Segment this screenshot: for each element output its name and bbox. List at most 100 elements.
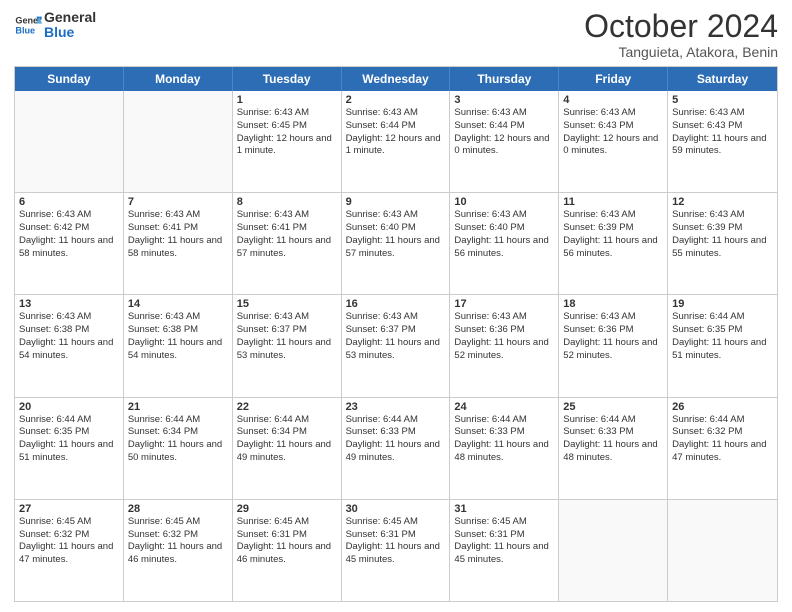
daylight-text: Daylight: 11 hours and 46 minutes. — [128, 541, 228, 567]
daylight-text: Daylight: 12 hours and 1 minute. — [346, 133, 446, 159]
daylight-text: Daylight: 11 hours and 49 minutes. — [346, 439, 446, 465]
calendar-cell: 11Sunrise: 6:43 AMSunset: 6:39 PMDayligh… — [559, 193, 668, 294]
calendar-cell: 8Sunrise: 6:43 AMSunset: 6:41 PMDaylight… — [233, 193, 342, 294]
logo-blue: Blue — [44, 25, 96, 40]
calendar-cell: 22Sunrise: 6:44 AMSunset: 6:34 PMDayligh… — [233, 398, 342, 499]
daylight-text: Daylight: 11 hours and 47 minutes. — [672, 439, 773, 465]
sunset-text: Sunset: 6:31 PM — [237, 529, 337, 542]
svg-text:Blue: Blue — [15, 26, 35, 36]
calendar-cell — [124, 91, 233, 192]
calendar-week-2: 6Sunrise: 6:43 AMSunset: 6:42 PMDaylight… — [15, 193, 777, 295]
day-number: 6 — [19, 196, 119, 208]
calendar-cell: 20Sunrise: 6:44 AMSunset: 6:35 PMDayligh… — [15, 398, 124, 499]
sunrise-text: Sunrise: 6:45 AM — [454, 516, 554, 529]
day-number: 2 — [346, 94, 446, 106]
day-number: 10 — [454, 196, 554, 208]
daylight-text: Daylight: 11 hours and 52 minutes. — [454, 337, 554, 363]
calendar-cell: 3Sunrise: 6:43 AMSunset: 6:44 PMDaylight… — [450, 91, 559, 192]
calendar-header: SundayMondayTuesdayWednesdayThursdayFrid… — [15, 67, 777, 91]
sunset-text: Sunset: 6:32 PM — [672, 426, 773, 439]
logo-general: General — [44, 10, 96, 25]
sunrise-text: Sunrise: 6:44 AM — [672, 414, 773, 427]
sunset-text: Sunset: 6:33 PM — [563, 426, 663, 439]
day-number: 13 — [19, 298, 119, 310]
sunrise-text: Sunrise: 6:43 AM — [346, 311, 446, 324]
calendar-week-4: 20Sunrise: 6:44 AMSunset: 6:35 PMDayligh… — [15, 398, 777, 500]
sunset-text: Sunset: 6:31 PM — [454, 529, 554, 542]
day-number: 31 — [454, 503, 554, 515]
sunset-text: Sunset: 6:31 PM — [346, 529, 446, 542]
day-number: 14 — [128, 298, 228, 310]
calendar-week-5: 27Sunrise: 6:45 AMSunset: 6:32 PMDayligh… — [15, 500, 777, 601]
day-number: 28 — [128, 503, 228, 515]
logo: General Blue General Blue — [14, 10, 96, 41]
daylight-text: Daylight: 12 hours and 0 minutes. — [563, 133, 663, 159]
calendar-cell: 30Sunrise: 6:45 AMSunset: 6:31 PMDayligh… — [342, 500, 451, 601]
day-number: 16 — [346, 298, 446, 310]
sunset-text: Sunset: 6:37 PM — [237, 324, 337, 337]
daylight-text: Daylight: 11 hours and 58 minutes. — [128, 235, 228, 261]
sunset-text: Sunset: 6:44 PM — [454, 120, 554, 133]
sunrise-text: Sunrise: 6:43 AM — [454, 209, 554, 222]
daylight-text: Daylight: 11 hours and 53 minutes. — [346, 337, 446, 363]
sunset-text: Sunset: 6:38 PM — [128, 324, 228, 337]
sunrise-text: Sunrise: 6:43 AM — [563, 107, 663, 120]
day-number: 25 — [563, 401, 663, 413]
day-number: 9 — [346, 196, 446, 208]
calendar-cell — [559, 500, 668, 601]
calendar-cell: 25Sunrise: 6:44 AMSunset: 6:33 PMDayligh… — [559, 398, 668, 499]
day-number: 12 — [672, 196, 773, 208]
sunrise-text: Sunrise: 6:43 AM — [19, 311, 119, 324]
day-number: 23 — [346, 401, 446, 413]
sunset-text: Sunset: 6:39 PM — [563, 222, 663, 235]
sunrise-text: Sunrise: 6:43 AM — [19, 209, 119, 222]
day-number: 1 — [237, 94, 337, 106]
calendar: SundayMondayTuesdayWednesdayThursdayFrid… — [14, 66, 778, 602]
day-header-saturday: Saturday — [668, 67, 777, 91]
calendar-body: 1Sunrise: 6:43 AMSunset: 6:45 PMDaylight… — [15, 91, 777, 601]
sunrise-text: Sunrise: 6:43 AM — [128, 209, 228, 222]
logo-icon: General Blue — [14, 11, 42, 39]
calendar-cell: 18Sunrise: 6:43 AMSunset: 6:36 PMDayligh… — [559, 295, 668, 396]
location: Tanguieta, Atakora, Benin — [584, 44, 778, 60]
calendar-cell: 29Sunrise: 6:45 AMSunset: 6:31 PMDayligh… — [233, 500, 342, 601]
day-number: 26 — [672, 401, 773, 413]
sunset-text: Sunset: 6:33 PM — [346, 426, 446, 439]
daylight-text: Daylight: 11 hours and 50 minutes. — [128, 439, 228, 465]
sunset-text: Sunset: 6:42 PM — [19, 222, 119, 235]
sunrise-text: Sunrise: 6:44 AM — [237, 414, 337, 427]
header: General Blue General Blue October 2024 T… — [14, 10, 778, 60]
title-block: October 2024 Tanguieta, Atakora, Benin — [584, 10, 778, 60]
calendar-cell: 17Sunrise: 6:43 AMSunset: 6:36 PMDayligh… — [450, 295, 559, 396]
daylight-text: Daylight: 11 hours and 57 minutes. — [237, 235, 337, 261]
daylight-text: Daylight: 11 hours and 48 minutes. — [563, 439, 663, 465]
daylight-text: Daylight: 11 hours and 46 minutes. — [237, 541, 337, 567]
calendar-cell: 13Sunrise: 6:43 AMSunset: 6:38 PMDayligh… — [15, 295, 124, 396]
sunrise-text: Sunrise: 6:43 AM — [454, 311, 554, 324]
day-number: 24 — [454, 401, 554, 413]
day-number: 30 — [346, 503, 446, 515]
sunrise-text: Sunrise: 6:44 AM — [563, 414, 663, 427]
calendar-cell: 24Sunrise: 6:44 AMSunset: 6:33 PMDayligh… — [450, 398, 559, 499]
day-number: 21 — [128, 401, 228, 413]
daylight-text: Daylight: 11 hours and 54 minutes. — [128, 337, 228, 363]
calendar-cell: 6Sunrise: 6:43 AMSunset: 6:42 PMDaylight… — [15, 193, 124, 294]
sunrise-text: Sunrise: 6:43 AM — [237, 107, 337, 120]
calendar-cell: 15Sunrise: 6:43 AMSunset: 6:37 PMDayligh… — [233, 295, 342, 396]
day-header-sunday: Sunday — [15, 67, 124, 91]
day-header-wednesday: Wednesday — [342, 67, 451, 91]
calendar-cell: 5Sunrise: 6:43 AMSunset: 6:43 PMDaylight… — [668, 91, 777, 192]
daylight-text: Daylight: 11 hours and 53 minutes. — [237, 337, 337, 363]
daylight-text: Daylight: 11 hours and 57 minutes. — [346, 235, 446, 261]
day-number: 15 — [237, 298, 337, 310]
sunset-text: Sunset: 6:41 PM — [237, 222, 337, 235]
calendar-cell: 16Sunrise: 6:43 AMSunset: 6:37 PMDayligh… — [342, 295, 451, 396]
sunrise-text: Sunrise: 6:45 AM — [19, 516, 119, 529]
sunset-text: Sunset: 6:35 PM — [672, 324, 773, 337]
sunrise-text: Sunrise: 6:43 AM — [563, 311, 663, 324]
sunrise-text: Sunrise: 6:44 AM — [128, 414, 228, 427]
daylight-text: Daylight: 11 hours and 48 minutes. — [454, 439, 554, 465]
sunset-text: Sunset: 6:40 PM — [454, 222, 554, 235]
daylight-text: Daylight: 12 hours and 0 minutes. — [454, 133, 554, 159]
sunset-text: Sunset: 6:39 PM — [672, 222, 773, 235]
